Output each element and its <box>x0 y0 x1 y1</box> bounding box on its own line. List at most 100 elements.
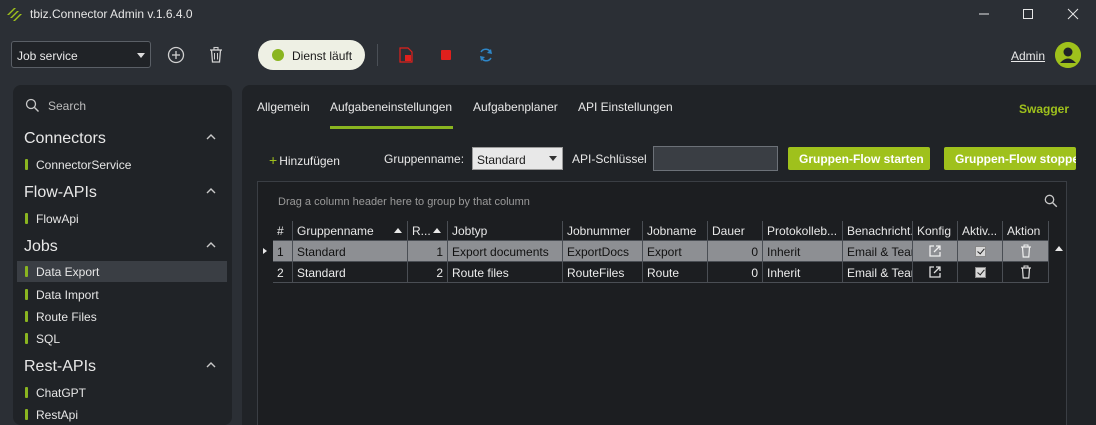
tab-allgemein[interactable]: Allgemein <box>257 100 310 114</box>
sidebar-item-sql[interactable]: SQL <box>17 328 227 349</box>
sidebar-item-route-files[interactable]: Route Files <box>17 306 227 327</box>
status-dot-icon <box>272 49 284 61</box>
sidebar-item-chatgpt[interactable]: ChatGPT <box>17 382 227 403</box>
scroll-up-icon[interactable] <box>1055 246 1063 251</box>
col-header-jobnummer[interactable]: Jobnummer <box>563 221 643 241</box>
close-icon[interactable] <box>1063 4 1083 24</box>
sidebar-item-data-export[interactable]: Data Export <box>17 261 227 282</box>
cell-no: 2 <box>273 262 293 283</box>
sidebar-section-flow-apis[interactable]: Flow-APIs <box>24 184 97 202</box>
current-row-indicator <box>263 248 267 254</box>
trash-icon[interactable] <box>1019 265 1033 279</box>
title-bar: tbiz.Connector Admin v.1.6.4.0 <box>0 0 1096 28</box>
chevron-up-icon[interactable] <box>205 361 217 369</box>
sidebar-section-jobs[interactable]: Jobs <box>24 238 58 256</box>
external-link-icon[interactable] <box>928 265 942 279</box>
sidebar-item-label: Route Files <box>36 310 97 324</box>
group-name-select[interactable]: Standard <box>472 147 563 170</box>
col-header-protokoll[interactable]: Protokolleb... <box>763 221 843 241</box>
tab-aufgabenplaner[interactable]: Aufgabenplaner <box>473 100 558 114</box>
search-icon[interactable] <box>1044 194 1058 208</box>
group-name-label: Gruppenname: <box>384 152 465 166</box>
stop-file-icon[interactable] <box>396 45 416 65</box>
service-select[interactable]: Job service <box>11 41 151 68</box>
col-header-aktion[interactable]: Aktion <box>1003 221 1049 241</box>
item-marker <box>25 387 28 398</box>
api-key-label: API-Schlüssel <box>572 152 647 166</box>
sidebar-item-label: ConnectorService <box>36 158 132 172</box>
col-header-aktiv[interactable]: Aktiv... <box>958 221 1003 241</box>
col-header-jobtyp[interactable]: Jobtyp <box>448 221 563 241</box>
chevron-up-icon[interactable] <box>205 133 217 141</box>
refresh-icon[interactable] <box>476 45 496 65</box>
chevron-down-icon <box>549 156 557 161</box>
search-icon <box>25 98 39 112</box>
minimize-icon[interactable] <box>974 4 994 24</box>
sidebar-search[interactable]: Search <box>13 85 232 125</box>
cell-benachrichtigung: Email & Teams <box>843 241 913 262</box>
active-tab-indicator <box>330 126 453 129</box>
item-marker <box>25 333 28 344</box>
external-link-icon[interactable] <box>928 244 942 258</box>
sidebar-section-connectors[interactable]: Connectors <box>24 130 106 148</box>
jobs-grid: Drag a column header here to group by th… <box>257 181 1067 425</box>
service-status-badge: Dienst läuft <box>258 40 365 70</box>
service-status-label: Dienst läuft <box>292 49 353 63</box>
col-header-dauer[interactable]: Dauer <box>708 221 763 241</box>
table-row[interactable]: 2 Standard 2 Route files RouteFiles Rout… <box>273 262 1049 283</box>
active-checkbox[interactable] <box>975 246 986 257</box>
trash-icon[interactable] <box>206 45 226 65</box>
add-button-label: Hinzufügen <box>279 154 340 168</box>
tab-api-einstellungen[interactable]: API Einstellungen <box>578 100 673 114</box>
cell-dauer: 0 <box>708 262 763 283</box>
avatar-icon[interactable] <box>1055 42 1081 68</box>
cell-protokoll: Inherit <box>763 262 843 283</box>
sidebar-item-label: Data Export <box>36 265 100 279</box>
cell-konfig <box>913 241 958 262</box>
grid-scrollbar[interactable] <box>1050 241 1066 425</box>
group-name-value: Standard <box>477 153 526 167</box>
swagger-link[interactable]: Swagger <box>1019 102 1069 116</box>
group-panel-hint[interactable]: Drag a column header here to group by th… <box>278 196 530 208</box>
stop-icon[interactable] <box>436 45 456 65</box>
maximize-icon[interactable] <box>1018 4 1038 24</box>
sidebar-item-label: RestApi <box>36 408 79 422</box>
col-header-r[interactable]: R... <box>408 221 448 241</box>
col-header-label: Gruppenname <box>297 224 374 238</box>
col-header-konfig[interactable]: Konfig <box>913 221 958 241</box>
chevron-up-icon[interactable] <box>205 241 217 249</box>
api-key-input[interactable] <box>653 146 778 171</box>
add-circle-icon[interactable] <box>166 45 186 65</box>
col-header-benachrichtigung[interactable]: Benachricht... <box>843 221 913 241</box>
active-checkbox[interactable] <box>975 267 986 278</box>
trash-icon[interactable] <box>1019 244 1033 258</box>
cell-jobnummer: RouteFiles <box>563 262 643 283</box>
sidebar-item-connectorservice[interactable]: ConnectorService <box>17 154 227 175</box>
stop-group-flow-button[interactable]: Gruppen-Flow stoppen <box>944 147 1076 170</box>
cell-jobnummer: ExportDocs <box>563 241 643 262</box>
item-marker <box>25 289 28 300</box>
item-marker <box>25 159 28 170</box>
sidebar-item-restapi[interactable]: RestApi <box>17 404 227 425</box>
sidebar-section-rest-apis[interactable]: Rest-APIs <box>24 358 96 376</box>
user-link[interactable]: Admin <box>1011 49 1045 63</box>
cell-r: 2 <box>408 262 448 283</box>
add-button[interactable]: + Hinzufügen <box>269 152 340 168</box>
col-header-jobname[interactable]: Jobname <box>643 221 708 241</box>
sidebar-item-data-import[interactable]: Data Import <box>17 284 227 305</box>
cell-benachrichtigung: Email & Teams <box>843 262 913 283</box>
table-row[interactable]: 1 Standard 1 Export documents ExportDocs… <box>273 241 1049 262</box>
cell-r: 1 <box>408 241 448 262</box>
cell-dauer: 0 <box>708 241 763 262</box>
sidebar-item-flowapi[interactable]: FlowApi <box>17 208 227 229</box>
service-select-value: Job service <box>17 49 78 63</box>
sidebar: Search Connectors ConnectorService Flow-… <box>13 85 232 425</box>
col-header-gruppenname[interactable]: Gruppenname <box>293 221 408 241</box>
chevron-up-icon[interactable] <box>205 187 217 195</box>
cell-jobtyp: Route files <box>448 262 563 283</box>
tab-aufgabeneinstellungen[interactable]: Aufgabeneinstellungen <box>330 100 452 114</box>
plus-icon: + <box>269 152 278 168</box>
col-header-no[interactable]: # <box>273 221 293 241</box>
start-group-flow-button[interactable]: Gruppen-Flow starten <box>788 147 930 170</box>
sidebar-item-label: ChatGPT <box>36 386 87 400</box>
